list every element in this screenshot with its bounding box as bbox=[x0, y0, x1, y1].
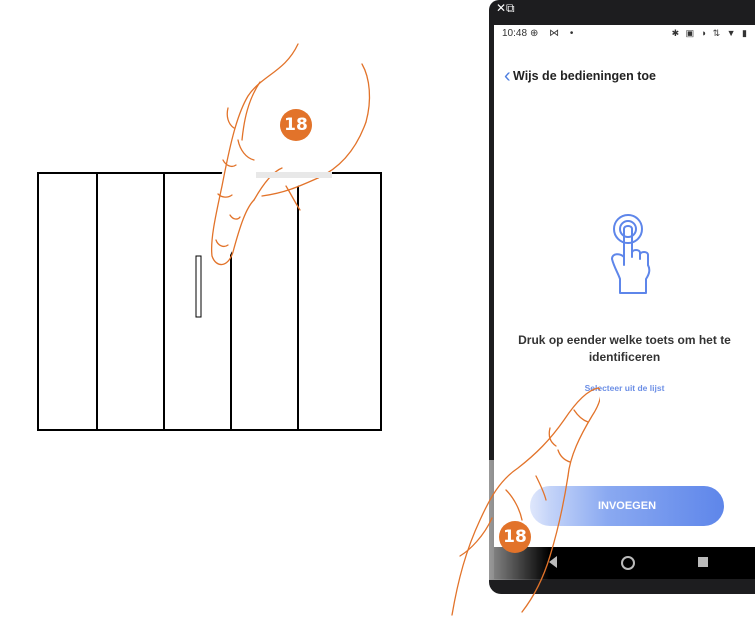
status-right-icons: ✱ ▣ ◑ ⇅ ▼ ▮ bbox=[671, 28, 749, 38]
pointing-hand-icon bbox=[451, 387, 600, 616]
status-bar: 10:48 ⊕ ⋈ • ✱ ▣ ◑ ⇅ ▼ ▮ bbox=[494, 25, 755, 47]
touch-hand-icon bbox=[611, 214, 651, 294]
nav-recents-icon[interactable] bbox=[698, 557, 708, 567]
status-left-icons: ⊕ ⋈ • bbox=[530, 28, 578, 39]
identify-prompt: Druk op eender welke toets om het te ide… bbox=[518, 333, 731, 364]
page-title: Wijs de bedieningen toe bbox=[513, 69, 656, 83]
phone-hand-drawing bbox=[451, 387, 600, 616]
status-time: 10:48 bbox=[502, 28, 528, 39]
plate-shadow bbox=[256, 172, 332, 178]
step-badge: 18 bbox=[499, 521, 531, 553]
step-badge: 18 bbox=[280, 109, 312, 141]
phone-top-strip: ✕⧉ bbox=[494, 0, 755, 25]
cast-icons: ✕⧉ bbox=[496, 1, 515, 15]
switch-led bbox=[195, 255, 202, 318]
switch-plate-illustration: 18 bbox=[0, 0, 460, 617]
app-header: ‹ Wijs de bedieningen toe bbox=[494, 65, 755, 93]
nav-home-icon[interactable] bbox=[621, 556, 635, 570]
switch-plate bbox=[37, 172, 382, 431]
switch-plate-drawing bbox=[37, 41, 382, 431]
